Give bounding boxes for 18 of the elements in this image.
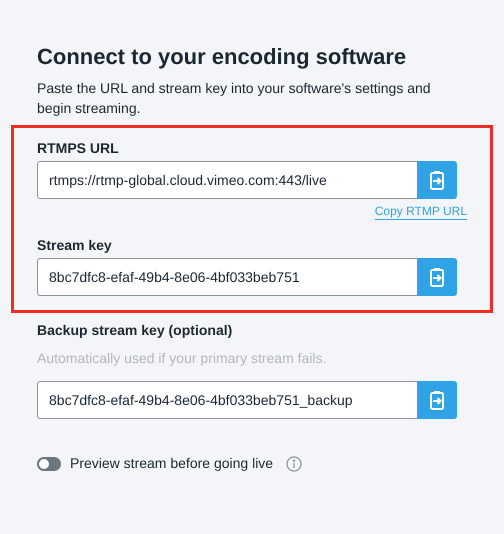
text-field[interactable]: 8bc7dfc8-efaf-49b4-8e06-4bf033beb751_backup [37,381,417,419]
copy-button[interactable] [417,381,457,419]
text-field[interactable]: 8bc7dfc8-efaf-49b4-8e06-4bf033beb751 [37,258,417,296]
field-label: RTMPS URL [37,139,120,157]
toggle-label: Preview stream before going live [70,454,274,473]
toggle-switch[interactable] [37,456,61,470]
page-title: Connect to your encoding software [37,43,408,71]
description: Paste the URL and stream key into your software's settings and begin streaming. [37,79,432,118]
field-label: Backup stream key (optional) [37,321,234,339]
copy-button[interactable] [417,161,457,199]
clipboard-icon [430,267,444,287]
clipboard-icon [430,390,444,410]
info-icon[interactable] [286,456,302,472]
text-field[interactable]: rtmps://rtmp-global.cloud.vimeo.com:443/live [37,161,417,199]
copy-button[interactable] [417,258,457,296]
field-hint: Automatically used if your primary stream fails. [37,349,328,367]
clipboard-icon [430,170,444,190]
field-label: Stream key [37,236,113,254]
